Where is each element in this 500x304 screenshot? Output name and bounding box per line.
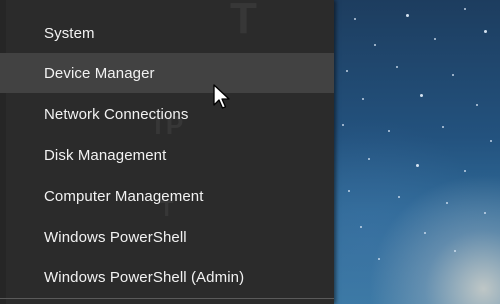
menu-item-label: Disk Management [44, 146, 167, 164]
menu-item-network-connections[interactable]: Network Connections [0, 94, 334, 134]
menu-item-disk-management[interactable]: Disk Management [0, 135, 334, 175]
menu-item-system[interactable]: System [0, 13, 334, 53]
menu-item-label: System [44, 24, 95, 42]
menu-item-computer-management[interactable]: Computer Management [0, 176, 334, 216]
menu-item-label: Computer Management [44, 187, 204, 205]
menu-item-label: Device Manager [44, 64, 155, 82]
mouse-pointer-icon [213, 84, 230, 109]
menu-item-label: Windows PowerShell (Admin) [44, 268, 245, 286]
menu-item-windows-powershell-admin[interactable]: Windows PowerShell (Admin) [0, 257, 334, 297]
menu-item-label: Windows PowerShell [44, 228, 187, 246]
winx-context-menu: T TP T System Device Manager Network Con… [0, 0, 334, 304]
desktop-wallpaper [334, 0, 500, 304]
menu-item-windows-powershell[interactable]: Windows PowerShell [0, 217, 334, 257]
menu-item-label: Network Connections [44, 105, 189, 123]
desktop-screen: T TP T System Device Manager Network Con… [0, 0, 500, 304]
menu-item-device-manager[interactable]: Device Manager [0, 53, 334, 93]
menu-separator [0, 298, 334, 299]
